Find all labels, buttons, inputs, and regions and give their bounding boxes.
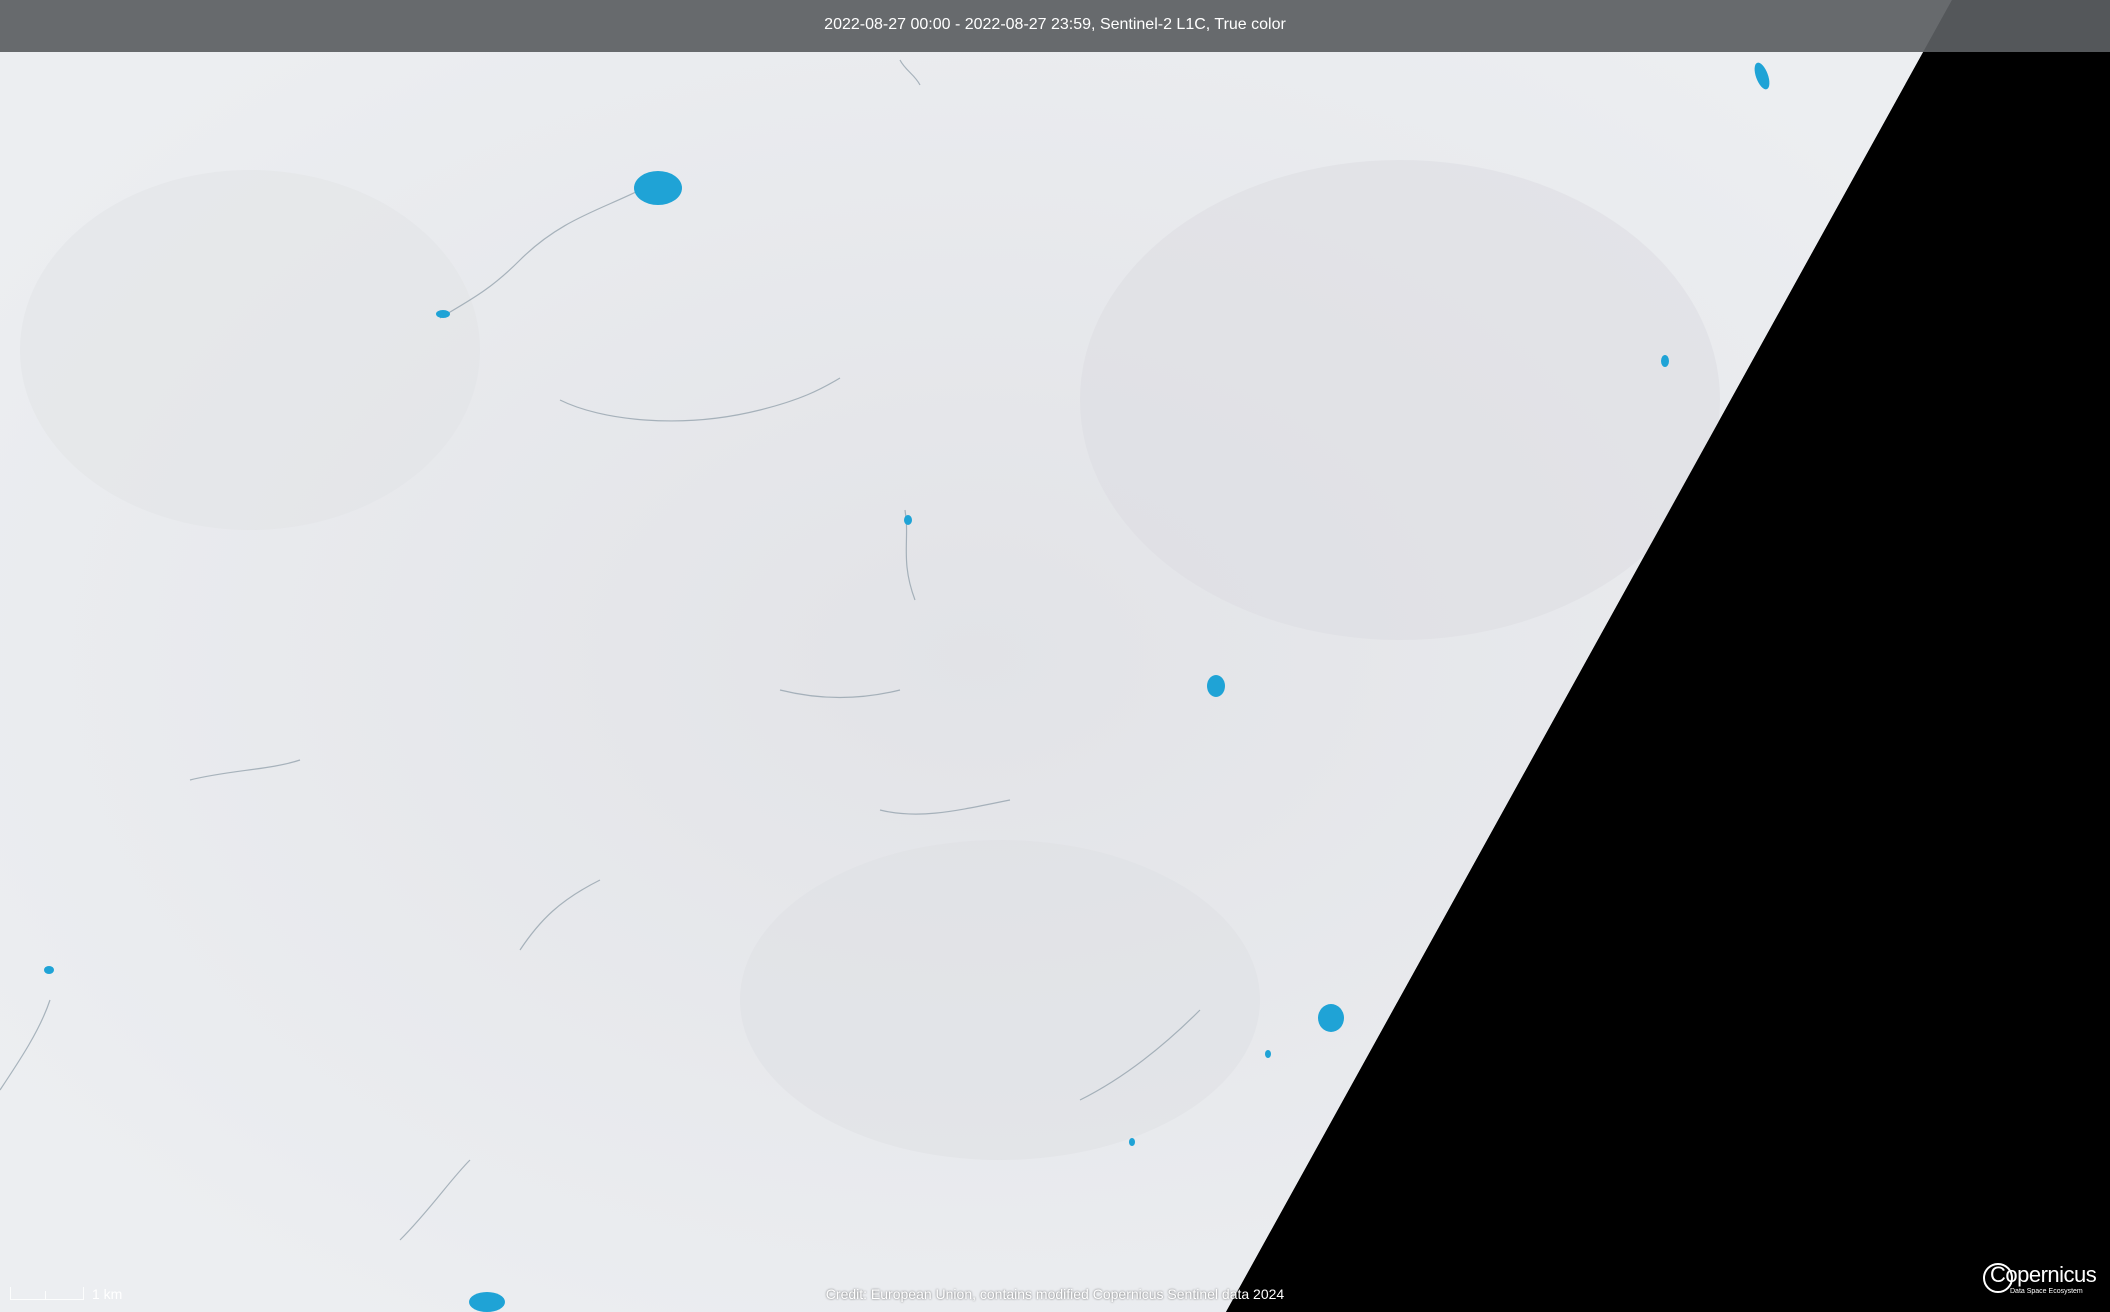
satellite-image [0, 0, 2110, 1312]
melt-pond [634, 171, 682, 205]
logo-subtitle: Data Space Ecosystem [2010, 1288, 2083, 1295]
surface-shading [1080, 160, 1720, 640]
melt-pond [1318, 1004, 1344, 1032]
image-title: 2022-08-27 00:00 - 2022-08-27 23:59, Sen… [824, 16, 1286, 33]
copernicus-logo: Copernicus Data Space Ecosystem [1982, 1260, 2097, 1302]
melt-pond [436, 310, 450, 318]
header: 2022-08-27 00:00 - 2022-08-27 23:59, Sen… [0, 0, 2110, 52]
melt-pond [1265, 1050, 1271, 1058]
credit-text: Credit: European Union, contains modifie… [825, 1286, 1285, 1302]
melt-pond [1207, 675, 1225, 697]
logo-wordmark: Copernicus [1990, 1262, 2097, 1287]
surface-shading [20, 170, 480, 530]
melt-pond [44, 966, 54, 974]
melt-pond [1129, 1138, 1135, 1146]
melt-pond [904, 515, 912, 525]
melt-pond [1661, 355, 1669, 367]
surface-shading [740, 840, 1260, 1160]
